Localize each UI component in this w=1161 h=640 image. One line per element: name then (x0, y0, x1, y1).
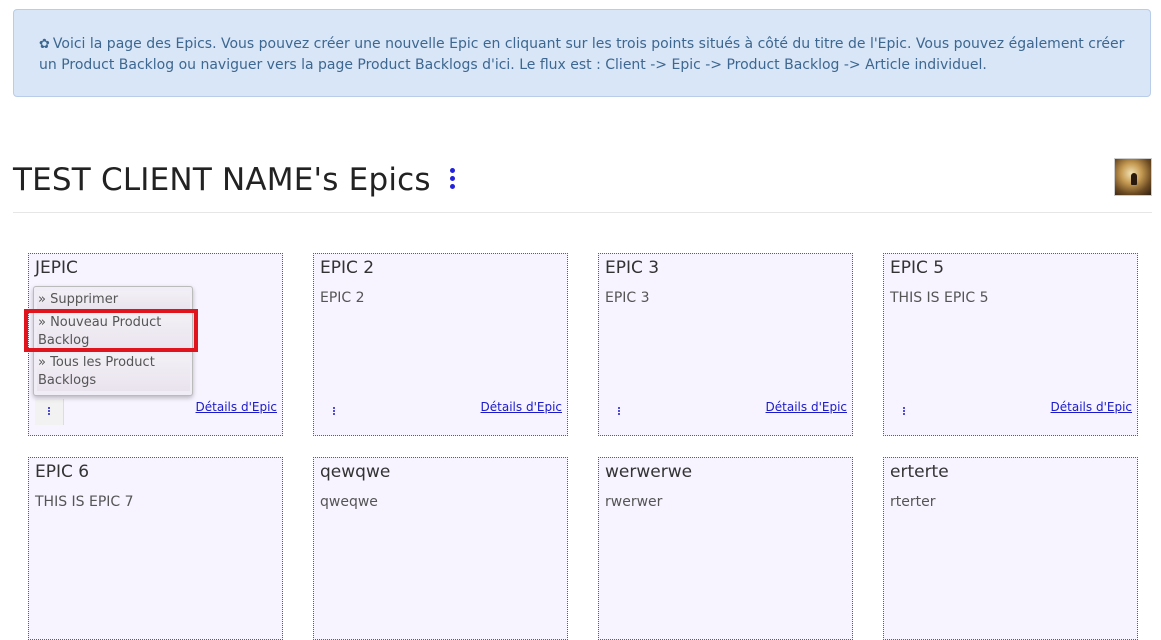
info-banner: ✿ Voici la page des Epics. Vous pouvez cr… (13, 9, 1151, 97)
epic-card-title: EPIC 3 (605, 258, 660, 278)
epic-card: werwerwe rwerwer (598, 457, 853, 640)
epic-card-title: EPIC 2 (320, 258, 375, 278)
epic-card: erterte rterter (883, 457, 1138, 640)
epic-card-description: THIS IS EPIC 5 (890, 290, 989, 306)
epic-card-description: EPIC 2 (320, 290, 365, 306)
epic-card-description: rwerwer (605, 494, 663, 510)
vertical-ellipsis-icon[interactable] (447, 168, 457, 196)
page-header: TEST CLIENT NAME's Epics (13, 158, 1152, 213)
epic-card: EPIC 3 EPIC 3 Détails d'Epic (598, 253, 853, 436)
page-title: TEST CLIENT NAME's Epics (13, 162, 431, 198)
epic-card-description: THIS IS EPIC 7 (35, 494, 134, 510)
epic-card-title: werwerwe (605, 462, 693, 482)
vertical-ellipsis-icon[interactable] (890, 399, 918, 425)
epic-card: EPIC 2 EPIC 2 Détails d'Epic (313, 253, 568, 436)
epic-card-title: EPIC 6 (35, 462, 90, 482)
epic-card-description: EPIC 3 (605, 290, 650, 306)
menu-item-delete[interactable]: » Supprimer (37, 291, 190, 309)
vertical-ellipsis-icon[interactable] (605, 399, 633, 425)
epic-card-title: qewqwe (320, 462, 391, 482)
epic-card-title: EPIC 5 (890, 258, 945, 278)
epic-card-description: qweqwe (320, 494, 378, 510)
vertical-ellipsis-icon[interactable] (320, 399, 348, 425)
epic-details-link[interactable]: Détails d'Epic (196, 400, 277, 414)
info-banner-text: Voici la page des Epics. Vous pouvez cré… (39, 36, 1125, 73)
epic-details-link[interactable]: Détails d'Epic (481, 400, 562, 414)
epic-card-title: JEPIC (35, 258, 78, 278)
epic-details-link[interactable]: Détails d'Epic (766, 400, 847, 414)
epic-card-title: erterte (890, 462, 949, 482)
epic-details-link[interactable]: Détails d'Epic (1051, 400, 1132, 414)
avatar (1114, 158, 1152, 196)
epic-card: EPIC 5 THIS IS EPIC 5 Détails d'Epic (883, 253, 1138, 436)
epic-card-description: rterter (890, 494, 936, 510)
menu-item-all-product-backlogs[interactable]: » Tous les Product Backlogs (37, 354, 190, 391)
gear-icon: ✿ (39, 37, 50, 52)
highlight-box (24, 309, 198, 352)
vertical-ellipsis-icon[interactable] (35, 399, 64, 425)
epic-card: qewqwe qweqwe (313, 457, 568, 640)
epic-card: EPIC 6 THIS IS EPIC 7 (28, 457, 283, 640)
